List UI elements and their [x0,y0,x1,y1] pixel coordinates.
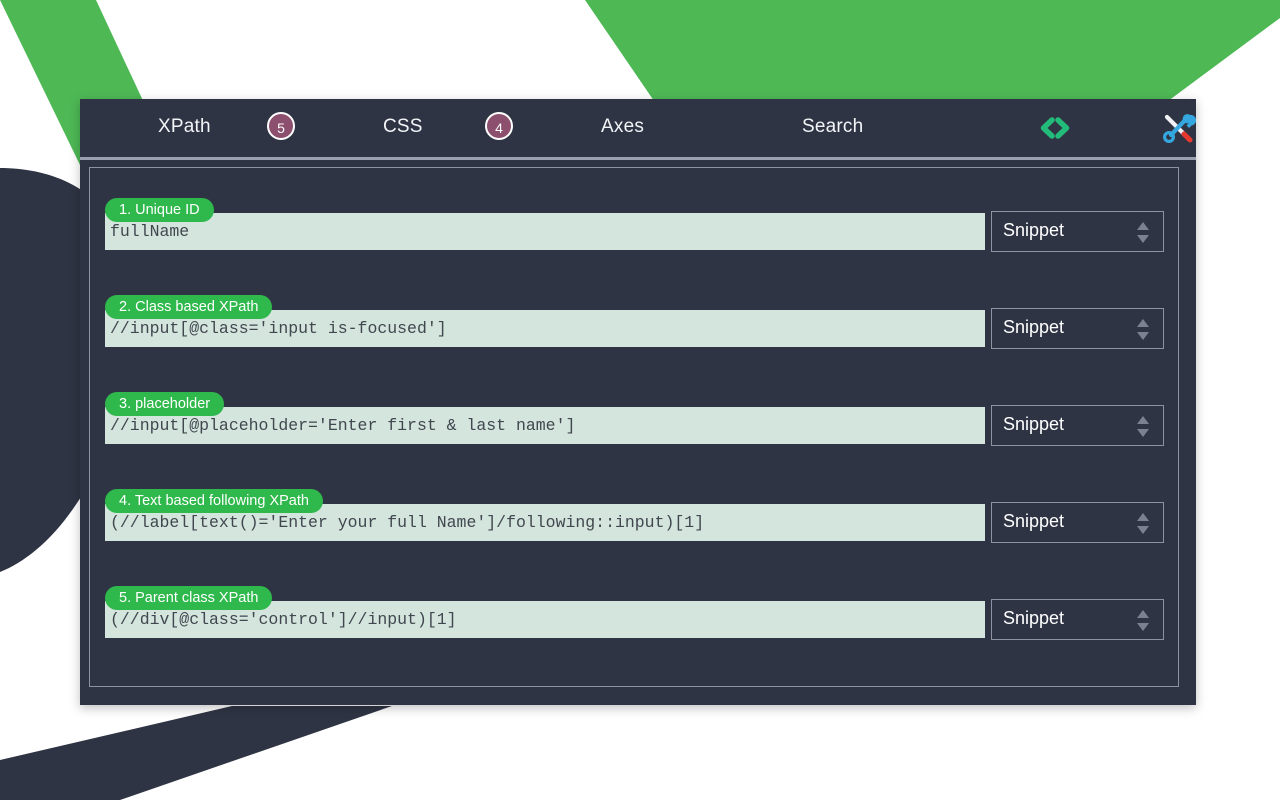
locator-row: 2. Class based XPath Snippet [105,295,1165,355]
chevron-updown-icon [1137,319,1149,340]
tab-search[interactable]: Search [802,99,863,154]
row-badge: 4. Text based following XPath [105,489,323,513]
row-badge: 1. Unique ID [105,198,214,222]
panel-header: XPath 5 CSS 4 Axes Search [80,99,1197,160]
locator-input[interactable] [105,407,985,444]
tab-xpath-label: XPath [158,115,211,137]
tab-xpath[interactable]: XPath [158,99,211,154]
panel-content-frame: 1. Unique ID Snippet 2. Class based XPat… [89,167,1179,687]
snippet-select-label: Snippet [1003,414,1065,434]
locator-row: 1. Unique ID Snippet [105,198,1165,258]
chevron-updown-icon [1137,222,1149,243]
screenshot-root: XPath 5 CSS 4 Axes Search 1. Unique ID f… [0,0,1280,800]
snippet-select-label: Snippet [1003,220,1065,240]
code-icon[interactable] [1037,111,1073,145]
snippet-select[interactable]: Snippet [991,502,1164,543]
locator-row: 5. Parent class XPath Snippet [105,586,1165,646]
snippet-select-label: Snippet [1003,511,1065,531]
hint-badge-xpath-value: 5 [277,120,285,136]
snippet-select[interactable]: Snippet [991,308,1164,349]
locator-input[interactable] [105,213,985,250]
snippet-select-label: Snippet [1003,317,1065,337]
row-badge: 3. placeholder [105,392,225,416]
row-badge: 5. Parent class XPath [105,586,273,610]
hint-badge-xpath: 5 [267,112,295,140]
row-badge: 2. Class based XPath [105,295,273,319]
tab-css[interactable]: CSS [383,99,423,154]
hint-badge-css-value: 4 [495,120,503,136]
chevron-updown-icon [1137,610,1149,631]
chevron-updown-icon [1137,416,1149,437]
snippet-select[interactable]: Snippet [991,599,1164,640]
tab-search-label: Search [802,115,864,137]
snippet-select[interactable]: Snippet [991,405,1164,446]
chevron-updown-icon [1137,513,1149,534]
tab-axes[interactable]: Axes [601,99,644,154]
tools-icon[interactable] [1160,111,1197,145]
hint-badge-css: 4 [485,112,513,140]
tab-css-label: CSS [383,115,423,137]
locator-row: 4. Text based following XPath Snippet [105,489,1165,549]
tab-axes-label: Axes [601,115,645,137]
dark-band-bottom [0,706,392,800]
snippet-select[interactable]: Snippet [991,211,1164,252]
locator-row: 3. placeholder Snippet [105,392,1165,452]
snippet-select-label: Snippet [1003,608,1065,628]
xpath-helper-panel: XPath 5 CSS 4 Axes Search 1. Unique ID f… [80,99,1197,705]
